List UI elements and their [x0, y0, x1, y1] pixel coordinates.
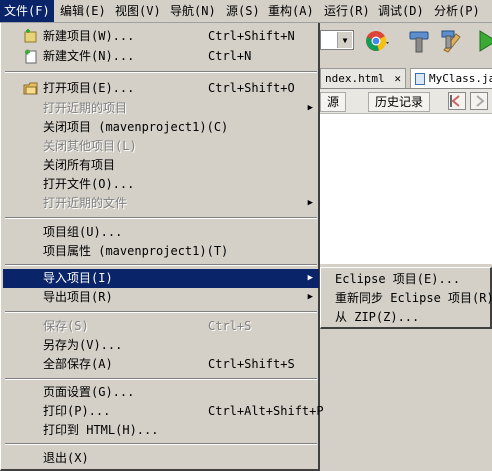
menu-source[interactable]: 源(S) — [222, 0, 264, 22]
submenu-arrow-icon: ▶ — [307, 103, 313, 113]
menu-item-label: 关闭其他项目(L) — [43, 139, 137, 153]
menu-item-project-group[interactable]: 项目组(U)... — [3, 223, 319, 242]
chrome-browser-icon[interactable] — [364, 28, 390, 54]
menu-debug[interactable]: 调试(D) — [374, 0, 428, 22]
run-icon[interactable] — [476, 28, 492, 54]
submenu-arrow-icon: ▶ — [307, 273, 313, 283]
submenu-item-resync-eclipse[interactable]: 重新同步 Eclipse 项目(R) — [335, 289, 492, 308]
menu-item-label: 打开文件(O)... — [43, 177, 135, 191]
menu-item-label: 导出项目(R) — [43, 290, 113, 304]
tab-label: ndex.html — [325, 72, 385, 85]
submenu-item-eclipse-project[interactable]: Eclipse 项目(E)... — [335, 270, 460, 289]
menu-item-open-file[interactable]: 打开文件(O)... — [3, 175, 319, 194]
open-project-icon — [23, 81, 39, 96]
java-file-icon — [415, 73, 425, 85]
menu-item-label: 保存(S) — [43, 319, 89, 333]
config-combobox[interactable]: ▼ — [320, 30, 354, 50]
source-view-button[interactable]: 源 — [320, 92, 347, 112]
menu-item-label: 关闭所有项目 — [43, 158, 116, 172]
menu-separator — [5, 217, 317, 219]
menu-item-save[interactable]: 保存(S) Ctrl+S — [3, 317, 319, 336]
new-file-icon — [23, 49, 39, 64]
file-menu: 新建项目(W)... Ctrl+Shift+N 新建文件(N)... Ctrl+… — [0, 23, 324, 471]
menu-separator — [5, 311, 317, 313]
submenu-item-from-zip[interactable]: 从 ZIP(Z)... — [335, 308, 419, 327]
menu-item-print[interactable]: 打印(P)... Ctrl+Alt+Shift+P — [3, 402, 324, 421]
editor-toolbar: 源 历史记录 — [320, 89, 492, 114]
import-project-submenu: Eclipse 项目(E)... 重新同步 Eclipse 项目(R) 从 ZI… — [320, 267, 492, 329]
menu-item-new-project[interactable]: 新建项目(W)... Ctrl+Shift+N — [3, 27, 319, 46]
menu-item-page-setup[interactable]: 页面设置(G)... — [3, 383, 319, 402]
menu-item-recent-files[interactable]: 打开近期的文件 ▶ — [3, 194, 319, 213]
menu-item-label: 打印(P)... — [43, 404, 111, 418]
menu-item-export-project[interactable]: 导出项目(R) ▶ — [3, 288, 319, 307]
menu-item-save-as[interactable]: 另存为(V)... — [3, 336, 319, 355]
submenu-arrow-icon: ▶ — [307, 198, 313, 208]
tab-index-html[interactable]: ndex.html ✕ — [320, 68, 406, 88]
menu-item-label: 项目组(U)... — [43, 225, 123, 239]
menu-item-close-all-projects[interactable]: 关闭所有项目 — [3, 156, 319, 175]
menu-item-import-project[interactable]: 导入项目(I) ▶ — [3, 269, 319, 288]
menu-item-shortcut: Ctrl+Shift+O — [208, 81, 295, 95]
menu-edit[interactable]: 编辑(E) — [56, 0, 110, 22]
menu-item-label: 退出(X) — [43, 451, 89, 465]
editor-tabs: ndex.html ✕ MyClass.java — [320, 66, 492, 89]
close-icon[interactable]: ✕ — [394, 69, 401, 89]
menu-item-open-project[interactable]: 打开项目(E)... Ctrl+Shift+O — [3, 79, 319, 98]
menu-item-label: 打开项目(E)... — [43, 81, 135, 95]
menu-item-label: 打开近期的文件 — [43, 196, 128, 210]
menu-item-new-file[interactable]: 新建文件(N)... Ctrl+N — [3, 47, 319, 66]
menu-item-shortcut: Ctrl+N — [208, 49, 252, 63]
menu-item-shortcut: Ctrl+Shift+S — [208, 357, 295, 371]
menu-item-print-to-html[interactable]: 打印到 HTML(H)... — [3, 421, 319, 440]
menu-item-label: 打开近期的项目 — [43, 101, 128, 115]
clean-build-icon[interactable] — [438, 28, 464, 54]
submenu-arrow-icon: ▶ — [307, 292, 313, 302]
menu-separator — [5, 378, 317, 380]
menu-item-shortcut: Ctrl+Shift+N — [208, 29, 295, 43]
menu-item-label: 页面设置(G)... — [43, 385, 135, 399]
history-view-button[interactable]: 历史记录 — [368, 92, 431, 112]
menu-item-shortcut: Ctrl+S — [208, 319, 252, 333]
menu-bar: 文件(F) 编辑(E) 视图(V) 导航(N) 源(S) 重构(A) 运行(R)… — [0, 0, 492, 23]
menu-item-project-properties[interactable]: 项目属性 (mavenproject1)(T) — [3, 242, 319, 261]
menu-item-label: 打印到 HTML(H)... — [43, 423, 159, 437]
menu-item-exit[interactable]: 退出(X) — [3, 449, 319, 468]
chevron-down-icon[interactable]: ▼ — [337, 32, 352, 48]
menu-file[interactable]: 文件(F) — [0, 0, 54, 22]
menu-item-label: 新建项目(W)... — [43, 29, 135, 43]
menu-navigate[interactable]: 导航(N) — [166, 0, 220, 22]
menu-refactor[interactable]: 重构(A) — [264, 0, 318, 22]
forward-navigation-icon[interactable] — [470, 92, 488, 110]
back-navigation-icon[interactable] — [448, 92, 466, 110]
tab-label: MyClass.java — [429, 72, 492, 85]
editor-area[interactable] — [320, 114, 492, 264]
menu-separator — [5, 71, 317, 73]
menu-item-recent-projects[interactable]: 打开近期的项目 ▶ — [3, 99, 319, 118]
menu-item-label: 关闭项目 (mavenproject1)(C) — [43, 120, 229, 134]
menu-item-label: 另存为(V)... — [43, 338, 123, 352]
menu-view[interactable]: 视图(V) — [111, 0, 165, 22]
new-project-icon — [23, 29, 39, 44]
menu-run[interactable]: 运行(R) — [320, 0, 374, 22]
menu-separator — [5, 443, 317, 445]
menu-item-label: 项目属性 (mavenproject1)(T) — [43, 244, 229, 258]
menu-separator — [5, 264, 317, 266]
tab-myclass-java[interactable]: MyClass.java — [410, 68, 492, 88]
menu-item-shortcut: Ctrl+Alt+Shift+P — [208, 404, 324, 418]
menu-profile[interactable]: 分析(P) — [430, 0, 484, 22]
build-hammer-icon[interactable] — [406, 28, 432, 54]
menu-item-close-other-projects[interactable]: 关闭其他项目(L) — [3, 137, 319, 156]
menu-item-label: 全部保存(A) — [43, 357, 113, 371]
menu-item-label: 新建文件(N)... — [43, 49, 135, 63]
menu-item-close-project[interactable]: 关闭项目 (mavenproject1)(C) — [3, 118, 319, 137]
menu-item-save-all[interactable]: 全部保存(A) Ctrl+Shift+S — [3, 355, 319, 374]
menu-item-label: 导入项目(I) — [43, 271, 113, 285]
